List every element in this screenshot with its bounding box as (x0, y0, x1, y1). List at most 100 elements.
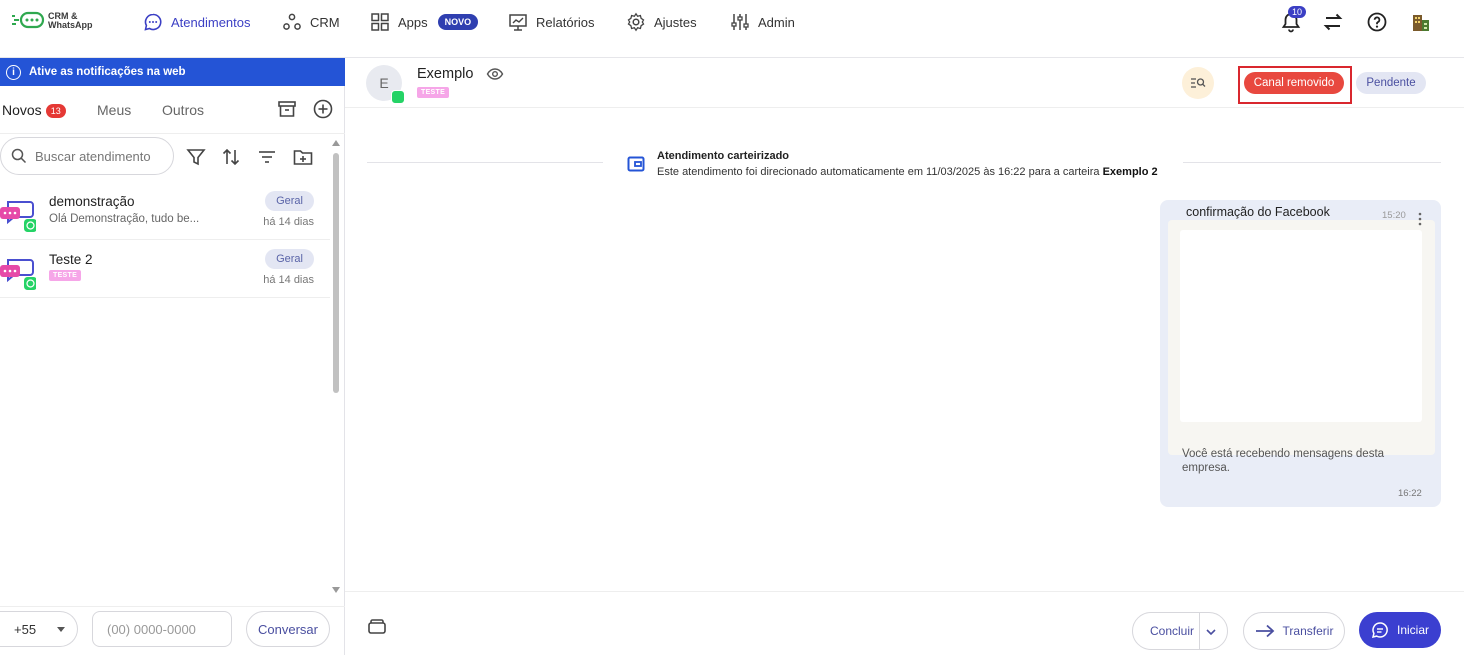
contact-name: demonstração (49, 194, 135, 209)
crm-nodes-icon (283, 13, 301, 30)
chat-bubble-icon (144, 13, 162, 31)
status-badge-pending[interactable]: Pendente (1356, 72, 1426, 94)
iniciar-button[interactable]: Iniciar (1359, 612, 1441, 648)
list-search-icon (1191, 78, 1206, 88)
notification-banner-text: Ative as notificações na web (29, 66, 186, 78)
chat-footer: Concluir Transferir Iniciar (345, 591, 1464, 655)
chat-panel: E Exemplo TESTE Canal removido Pendente … (345, 58, 1464, 655)
chat-bubble-icon (1371, 622, 1388, 639)
nav-relatorios-label: Relatórios (536, 14, 595, 30)
timestamp: há 14 dias (263, 274, 314, 286)
tab-outros[interactable]: Outros (162, 102, 204, 118)
kebab-menu-icon[interactable] (1418, 212, 1422, 226)
search-row (0, 134, 345, 180)
transferir-label: Transferir (1282, 624, 1334, 638)
add-circle-icon[interactable] (312, 98, 334, 120)
list-scrollbar[interactable] (331, 138, 341, 593)
tab-novos-count: 13 (45, 104, 66, 118)
nav-crm-label: CRM (310, 14, 340, 30)
transferir-button[interactable]: Transferir (1243, 612, 1345, 650)
concluir-label: Concluir (1150, 624, 1195, 638)
building-icon[interactable] (1410, 11, 1432, 33)
tab-novos[interactable]: Novos 13 (2, 102, 66, 118)
nav-relatorios[interactable]: Relatórios (508, 12, 595, 32)
message-footer-text: Você está recebendo mensagens desta empr… (1182, 448, 1385, 474)
whatsapp-icon (391, 90, 405, 104)
country-code-select[interactable]: +55 (0, 611, 78, 647)
swap-arrows-icon[interactable] (1322, 11, 1344, 33)
nav-atendimentos[interactable]: Atendimentos (143, 12, 251, 32)
search-icon (11, 148, 27, 164)
filter-lines-icon[interactable] (256, 146, 278, 168)
chevron-down-icon[interactable] (1204, 625, 1218, 639)
top-navigation-bar: CRM & WhatsApp Atendimentos CRM Apps NOV… (0, 0, 1464, 58)
concluir-button[interactable]: Concluir (1132, 612, 1228, 650)
gear-icon (627, 12, 645, 32)
nav-ajustes-label: Ajustes (654, 14, 697, 30)
conversar-button[interactable]: Conversar (246, 611, 330, 647)
scroll-down-arrow[interactable] (332, 587, 340, 593)
conversation-sidebar: i Ative as notificações na web Novos 13 M… (0, 58, 345, 655)
system-event-title: Atendimento carteirizado (657, 150, 790, 162)
avatar-initial: E (379, 75, 389, 91)
message-header: confirmação do Facebook (1186, 205, 1330, 219)
divider (1183, 162, 1441, 163)
chart-board-icon (509, 14, 527, 31)
arrow-right-icon (1255, 624, 1274, 638)
system-event-description: Este atendimento foi direcionado automat… (657, 166, 1100, 178)
group-badge: Geral (265, 249, 314, 269)
message-bubble[interactable]: confirmação do Facebook 15:20 Você está … (1160, 200, 1441, 507)
chat-header: E Exemplo TESTE Canal removido Pendente (345, 58, 1464, 108)
archive-icon[interactable] (276, 98, 298, 120)
message-time: 16:22 (1398, 488, 1422, 499)
divider (367, 162, 603, 163)
chat-contact-name[interactable]: Exemplo (417, 66, 473, 82)
info-icon: i (6, 64, 21, 80)
phone-input[interactable] (92, 611, 232, 647)
contact-name: Teste 2 (49, 252, 93, 267)
nav-apps-label: Apps (398, 14, 428, 30)
multichannel-chat-icon (0, 259, 36, 290)
sliders-icon (731, 14, 749, 30)
logo-text-line2: WhatsApp (48, 20, 93, 30)
message-image[interactable] (1180, 230, 1422, 422)
folder-add-icon[interactable] (292, 146, 314, 168)
app-logo[interactable]: CRM & WhatsApp (12, 10, 112, 34)
country-code-value: +55 (14, 621, 37, 637)
new-conversation-bar: +55 Conversar (0, 606, 345, 655)
timestamp: há 14 dias (263, 216, 314, 228)
message-header-time: 15:20 (1382, 210, 1406, 221)
iniciar-label: Iniciar (1396, 623, 1429, 637)
scroll-thumb[interactable] (333, 153, 339, 393)
help-icon[interactable] (1366, 11, 1388, 33)
message-template-card (1168, 220, 1435, 455)
nav-admin[interactable]: Admin (730, 12, 795, 32)
contact-details-button[interactable] (1182, 67, 1214, 99)
nav-ajustes[interactable]: Ajustes (626, 12, 697, 32)
system-event-wallet: Exemplo 2 (1102, 166, 1158, 178)
tab-meus[interactable]: Meus (97, 102, 131, 118)
logo-text: CRM & WhatsApp (48, 12, 108, 30)
system-event-text: Este atendimento foi direcionado automat… (657, 166, 1158, 178)
eye-icon[interactable] (486, 66, 504, 82)
list-item[interactable]: Teste 2 TESTE Geral há 14 dias (0, 240, 330, 298)
button-divider (1199, 613, 1200, 649)
contact-tag: TESTE (49, 270, 82, 281)
multichannel-chat-icon (0, 201, 36, 232)
sort-icon[interactable] (220, 146, 242, 168)
nav-admin-label: Admin (758, 14, 795, 30)
list-item[interactable]: demonstração Olá Demonstração, tudo be..… (0, 182, 330, 240)
chat-contact-tag: TESTE (417, 87, 450, 98)
funnel-filter-icon[interactable] (185, 146, 207, 168)
search-field[interactable] (0, 137, 174, 175)
logo-icon (12, 11, 45, 29)
notification-banner[interactable]: i Ative as notificações na web (0, 58, 345, 86)
nav-atendimentos-label: Atendimentos (171, 14, 251, 30)
wallet-icon (627, 156, 645, 172)
nav-crm[interactable]: CRM (282, 12, 340, 32)
notification-count-badge: 10 (1288, 6, 1307, 18)
nav-apps[interactable]: Apps NOVO (370, 12, 479, 32)
search-input[interactable] (35, 148, 165, 164)
wallet-stack-icon[interactable] (367, 617, 387, 635)
scroll-up-arrow[interactable] (332, 140, 340, 146)
